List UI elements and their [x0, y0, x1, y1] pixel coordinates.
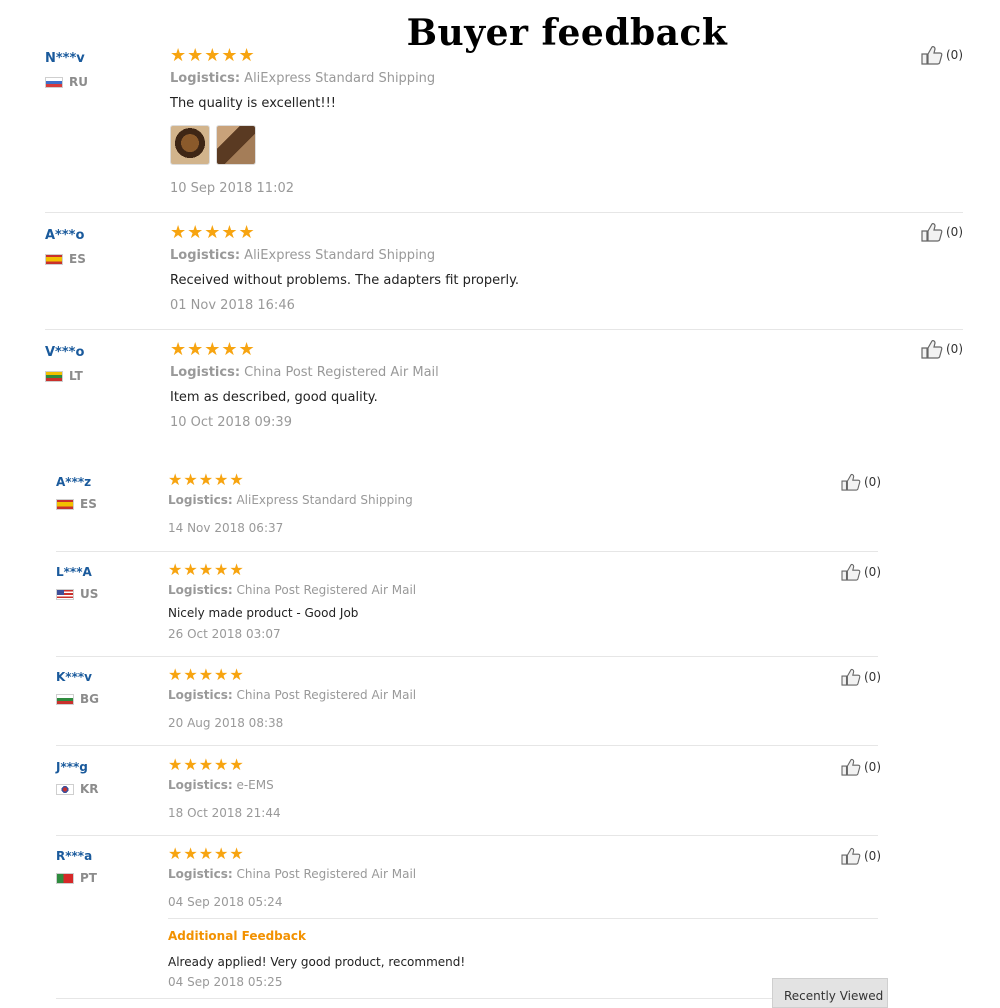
reviewer-country: ES	[45, 252, 86, 266]
thumbs-up-icon	[921, 340, 943, 359]
thumbs-up-icon	[841, 758, 861, 776]
bulgaria-flag-icon	[56, 693, 74, 705]
reviewer-country: BG	[56, 692, 99, 706]
reviewer-name[interactable]: A***o	[45, 228, 84, 243]
review-photos	[170, 125, 256, 165]
helpful-button[interactable]: (0)	[841, 847, 881, 865]
helpful-count: (0)	[946, 342, 963, 356]
reviewer-name[interactable]: L***A	[56, 565, 92, 579]
review-text: Item as described, good quality.	[170, 390, 378, 405]
reviewer-name[interactable]: V***o	[45, 345, 84, 360]
portugal-flag-icon	[56, 872, 74, 884]
divider	[56, 656, 878, 657]
thumbs-up-icon	[841, 847, 861, 865]
reviewer-country: KR	[56, 782, 99, 796]
review-photo[interactable]	[216, 125, 256, 165]
helpful-count: (0)	[864, 475, 881, 489]
review-date: 20 Aug 2018 08:38	[168, 716, 284, 730]
helpful-count: (0)	[946, 225, 963, 239]
helpful-count: (0)	[864, 849, 881, 863]
helpful-count: (0)	[864, 670, 881, 684]
star-rating: ★★★★★	[168, 560, 245, 579]
thumbs-up-icon	[841, 563, 861, 581]
logistics-info: Logistics: China Post Registered Air Mai…	[168, 688, 417, 702]
review-date: 10 Sep 2018 11:02	[170, 181, 294, 196]
star-rating: ★★★★★	[168, 844, 245, 863]
additional-feedback-text: Already applied! Very good product, reco…	[168, 955, 466, 969]
reviewer-name[interactable]: N***v	[45, 51, 85, 66]
additional-feedback-date: 04 Sep 2018 05:25	[168, 975, 283, 989]
usa-flag-icon	[56, 588, 74, 600]
helpful-button[interactable]: (0)	[841, 563, 881, 581]
helpful-button[interactable]: (0)	[921, 222, 963, 242]
reviewer-name[interactable]: R***a	[56, 849, 92, 863]
star-rating: ★★★★★	[170, 339, 256, 360]
helpful-button[interactable]: (0)	[841, 758, 881, 776]
helpful-count: (0)	[864, 565, 881, 579]
logistics-info: Logistics: e-EMS	[168, 778, 274, 792]
review-date: 14 Nov 2018 06:37	[168, 521, 284, 535]
thumbs-up-icon	[841, 668, 861, 686]
thumbs-up-icon	[921, 46, 943, 65]
logistics-info: Logistics: China Post Registered Air Mai…	[170, 365, 439, 380]
reviewer-name[interactable]: A***z	[56, 475, 91, 489]
review-date: 01 Nov 2018 16:46	[170, 298, 295, 313]
divider	[45, 329, 963, 330]
reviewer-name[interactable]: K***v	[56, 670, 92, 684]
korea-flag-icon	[56, 783, 74, 795]
helpful-button[interactable]: (0)	[921, 339, 963, 359]
lithuania-flag-icon	[45, 370, 63, 382]
review-date: 26 Oct 2018 03:07	[168, 627, 281, 641]
thumbs-up-icon	[921, 223, 943, 242]
recently-viewed-button[interactable]: Recently Viewed	[772, 978, 888, 1008]
reviewer-country: RU	[45, 75, 88, 89]
review-photo[interactable]	[170, 125, 210, 165]
star-rating: ★★★★★	[168, 755, 245, 774]
divider	[168, 918, 878, 919]
logistics-info: Logistics: AliExpress Standard Shipping	[170, 71, 436, 86]
logistics-info: Logistics: China Post Registered Air Mai…	[168, 583, 417, 597]
thumbs-up-icon	[841, 473, 861, 491]
review-text: Received without problems. The adapters …	[170, 273, 520, 288]
star-rating: ★★★★★	[170, 222, 256, 243]
page-title: Buyer feedback	[406, 12, 728, 54]
russia-flag-icon	[45, 76, 63, 88]
logistics-info: Logistics: AliExpress Standard Shipping	[170, 248, 436, 263]
helpful-button[interactable]: (0)	[921, 45, 963, 65]
star-rating: ★★★★★	[168, 665, 245, 684]
review-text: Nicely made product - Good Job	[168, 606, 359, 620]
logistics-info: Logistics: AliExpress Standard Shipping	[168, 493, 413, 507]
star-rating: ★★★★★	[168, 470, 245, 489]
helpful-count: (0)	[864, 760, 881, 774]
reviewer-country: PT	[56, 871, 97, 885]
star-rating: ★★★★★	[170, 45, 256, 66]
additional-feedback-label: Additional Feedback	[168, 929, 306, 943]
review-date: 10 Oct 2018 09:39	[170, 415, 292, 430]
reviewer-name[interactable]: J***g	[56, 760, 88, 774]
helpful-button[interactable]: (0)	[841, 668, 881, 686]
reviewer-country: LT	[45, 369, 83, 383]
divider	[45, 212, 963, 213]
divider	[56, 998, 878, 999]
logistics-info: Logistics: China Post Registered Air Mai…	[168, 867, 417, 881]
spain-flag-icon	[56, 498, 74, 510]
divider	[56, 551, 878, 552]
divider	[56, 835, 878, 836]
helpful-button[interactable]: (0)	[841, 473, 881, 491]
reviewer-country: ES	[56, 497, 97, 511]
review-date: 04 Sep 2018 05:24	[168, 895, 283, 909]
divider	[56, 745, 878, 746]
helpful-count: (0)	[946, 48, 963, 62]
spain-flag-icon	[45, 253, 63, 265]
review-date: 18 Oct 2018 21:44	[168, 806, 281, 820]
review-text: The quality is excellent!!!	[170, 96, 337, 111]
reviewer-country: US	[56, 587, 98, 601]
